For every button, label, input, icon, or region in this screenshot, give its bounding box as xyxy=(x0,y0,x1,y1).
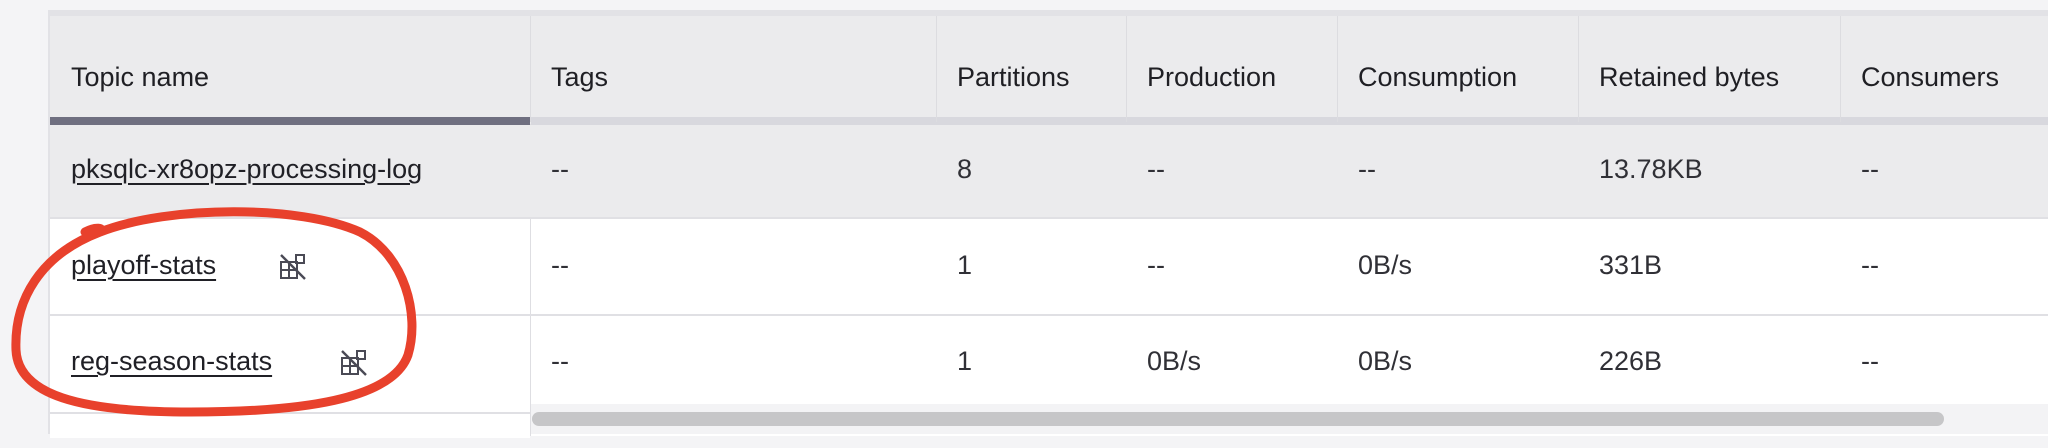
header-partitions[interactable]: Partitions xyxy=(957,62,1070,93)
topic-link[interactable]: pksqlc-xr8opz-processing-log xyxy=(71,154,422,185)
column-divider xyxy=(1126,16,1127,122)
header-retained-bytes[interactable]: Retained bytes xyxy=(1599,62,1779,93)
column-divider xyxy=(1337,16,1338,122)
production-cell: 0B/s xyxy=(1147,346,1202,376)
consumers-cell: -- xyxy=(1861,346,1879,376)
header-tags[interactable]: Tags xyxy=(551,62,608,93)
no-schema-icon[interactable] xyxy=(339,348,369,378)
header-consumption[interactable]: Consumption xyxy=(1358,62,1517,93)
partitions-cell: 1 xyxy=(957,346,973,376)
header-underline xyxy=(531,117,2048,125)
partitions-cell: 8 xyxy=(957,154,973,184)
no-schema-icon[interactable] xyxy=(278,252,308,282)
consumption-cell: -- xyxy=(1358,154,1376,184)
column-divider xyxy=(1578,16,1579,122)
scrollbar-thumb[interactable] xyxy=(532,412,1944,426)
topic-link[interactable]: reg-season-stats xyxy=(71,346,272,377)
tags-cell: -- xyxy=(551,154,569,184)
consumers-cell: -- xyxy=(1861,154,1879,184)
sort-indicator-bar xyxy=(50,117,530,125)
tags-cell: -- xyxy=(551,250,569,280)
retained-bytes-cell: 13.78KB xyxy=(1599,154,1703,184)
retained-bytes-cell: 331B xyxy=(1599,250,1663,280)
row-divider xyxy=(50,217,2048,219)
column-divider xyxy=(936,16,937,122)
production-cell: -- xyxy=(1147,250,1165,280)
frozen-column-footer xyxy=(50,412,530,438)
retained-bytes-cell: 226B xyxy=(1599,346,1663,376)
row-divider xyxy=(50,314,2048,316)
production-cell: -- xyxy=(1147,154,1165,184)
column-divider xyxy=(530,16,531,122)
consumers-cell: -- xyxy=(1861,250,1879,280)
header-production[interactable]: Production xyxy=(1147,62,1276,93)
tags-cell: -- xyxy=(551,346,569,376)
consumption-cell: 0B/s xyxy=(1358,250,1413,280)
topic-link[interactable]: playoff-stats xyxy=(71,250,216,281)
column-divider xyxy=(1840,16,1841,122)
header-consumers[interactable]: Consumers xyxy=(1861,62,1999,93)
consumption-cell: 0B/s xyxy=(1358,346,1413,376)
header-topic-name[interactable]: Topic name xyxy=(71,62,209,93)
partitions-cell: 1 xyxy=(957,250,973,280)
